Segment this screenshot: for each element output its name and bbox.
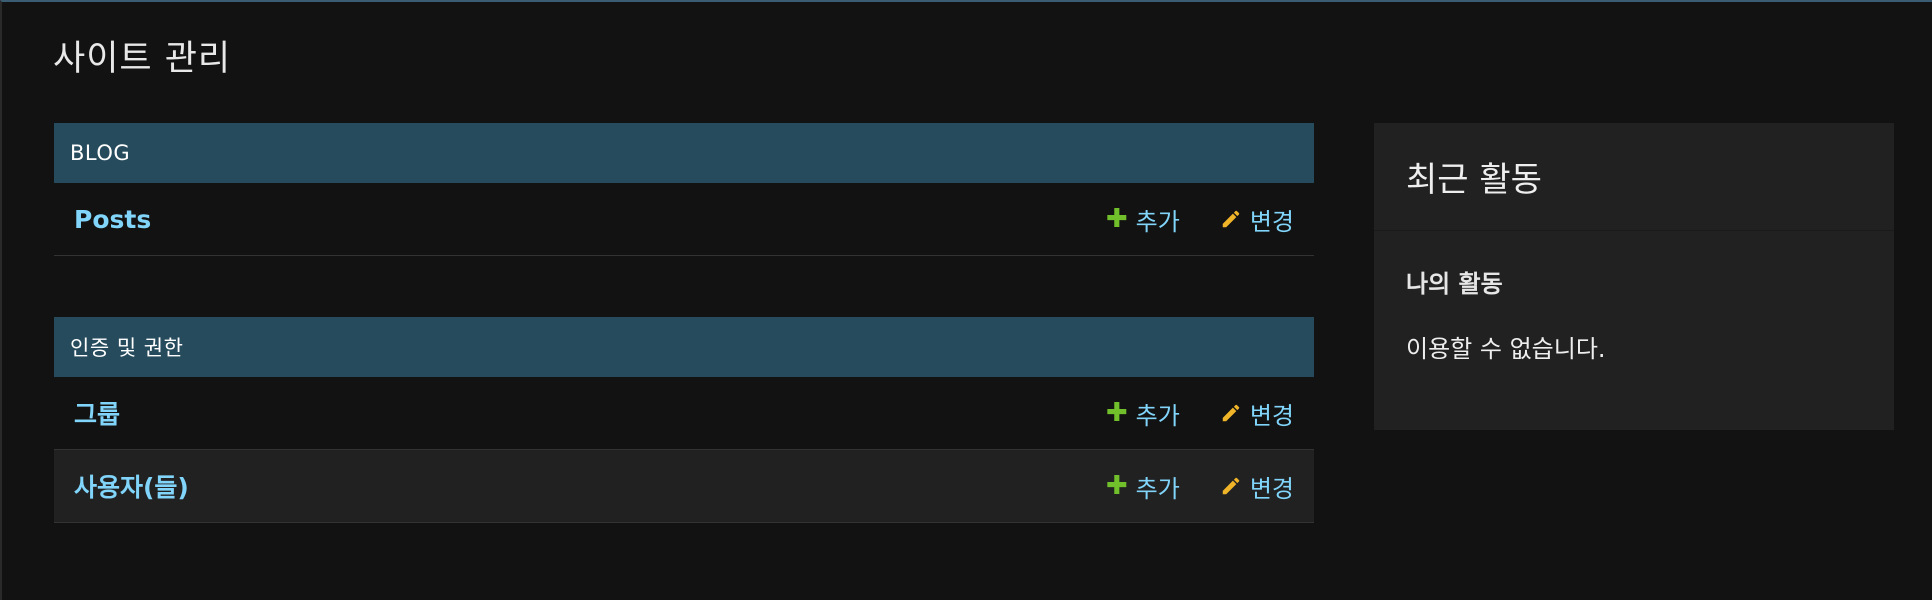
recent-actions-panel: 최근 활동 나의 활동 이용할 수 없습니다. <box>1374 123 1894 430</box>
change-label: 변경 <box>1249 207 1294 236</box>
no-actions-text: 이용할 수 없습니다. <box>1406 335 1606 363</box>
model-link-groups[interactable]: 그룹 <box>74 395 1106 431</box>
add-posts-button[interactable]: ✚ 추가 <box>1106 202 1180 237</box>
plus-icon: ✚ <box>1105 204 1128 234</box>
add-groups-button[interactable]: ✚ 추가 <box>1106 396 1180 431</box>
pencil-icon <box>1222 404 1240 422</box>
module-auth: 인증 및 권한 그룹 ✚ 추가 변경 사용자(들) ✚ 추가 변경 <box>54 317 1314 523</box>
add-label: 추가 <box>1135 207 1180 236</box>
model-row-users: 사용자(들) ✚ 추가 변경 <box>54 450 1314 523</box>
pencil-icon <box>1222 210 1240 228</box>
model-row-groups: 그룹 ✚ 추가 변경 <box>54 377 1314 450</box>
plus-icon: ✚ <box>1105 471 1128 501</box>
plus-icon: ✚ <box>1105 398 1128 428</box>
my-actions-subtitle: 나의 활동 <box>1406 270 1503 298</box>
change-users-button[interactable]: 변경 <box>1220 469 1294 504</box>
pencil-icon <box>1222 477 1240 495</box>
page-title: 사이트 관리 <box>53 39 232 79</box>
change-groups-button[interactable]: 변경 <box>1220 396 1294 431</box>
model-link-posts[interactable]: Posts <box>74 205 1106 234</box>
model-row-posts: Posts ✚ 추가 변경 <box>54 183 1314 256</box>
add-label: 추가 <box>1135 401 1180 430</box>
module-blog: BLOG Posts ✚ 추가 변경 <box>54 123 1314 256</box>
admin-index-page: 사이트 관리 BLOG Posts ✚ 추가 변경 인증 및 권한 그룹 ✚ 추… <box>0 0 1932 600</box>
change-label: 변경 <box>1249 474 1294 503</box>
add-users-button[interactable]: ✚ 추가 <box>1106 469 1180 504</box>
change-label: 변경 <box>1249 401 1294 430</box>
change-posts-button[interactable]: 변경 <box>1220 202 1294 237</box>
model-link-users[interactable]: 사용자(들) <box>74 468 1106 504</box>
module-header-auth[interactable]: 인증 및 권한 <box>54 317 1314 377</box>
add-label: 추가 <box>1135 474 1180 503</box>
module-header-blog[interactable]: BLOG <box>54 123 1314 183</box>
recent-actions-title: 최근 활동 <box>1374 123 1894 231</box>
